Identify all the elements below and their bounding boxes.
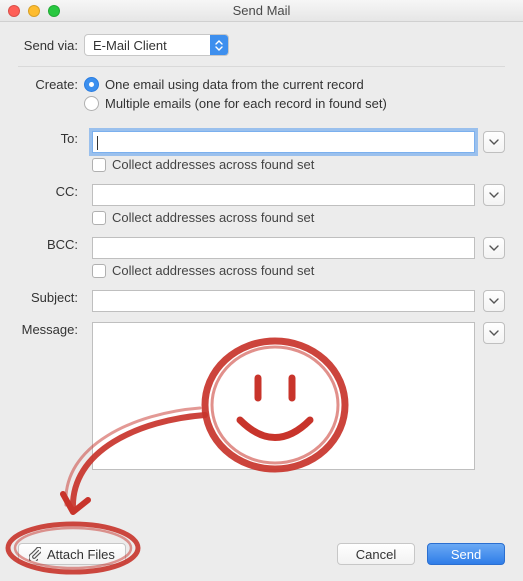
checkbox-icon [92, 158, 106, 172]
subject-input[interactable] [92, 290, 475, 312]
to-collect-label: Collect addresses across found set [112, 157, 314, 172]
cc-input[interactable] [92, 184, 475, 206]
chevron-down-icon [489, 298, 499, 304]
bcc-row: BCC: [18, 237, 505, 259]
attach-files-button[interactable]: Attach Files [18, 543, 126, 565]
send-button[interactable]: Send [427, 543, 505, 565]
to-collect-row[interactable]: Collect addresses across found set [92, 157, 505, 172]
create-label: Create: [18, 77, 84, 92]
cancel-label: Cancel [356, 547, 396, 562]
chevron-down-icon [489, 192, 499, 198]
to-menu-button[interactable] [483, 131, 505, 153]
radio-icon [84, 96, 99, 111]
to-label: To: [18, 131, 84, 146]
message-row: Message: [18, 322, 505, 470]
cc-label: CC: [18, 184, 84, 199]
to-input[interactable] [92, 131, 475, 153]
subject-row: Subject: [18, 290, 505, 312]
action-buttons: Cancel Send [337, 543, 505, 565]
send-via-value: E-Mail Client [93, 38, 210, 53]
cc-collect-row[interactable]: Collect addresses across found set [92, 210, 505, 225]
send-label: Send [451, 547, 481, 562]
send-via-label: Send via: [18, 38, 84, 53]
message-textarea[interactable] [92, 322, 475, 470]
bcc-input[interactable] [92, 237, 475, 259]
subject-label: Subject: [18, 290, 84, 305]
cc-collect-label: Collect addresses across found set [112, 210, 314, 225]
titlebar: Send Mail [0, 0, 523, 22]
bcc-label: BCC: [18, 237, 84, 252]
send-via-row: Send via: E-Mail Client [18, 34, 505, 56]
attach-files-label: Attach Files [47, 547, 115, 562]
message-label: Message: [18, 322, 84, 337]
paperclip-icon [29, 547, 41, 561]
separator [18, 66, 505, 67]
window-title: Send Mail [0, 3, 523, 18]
cc-menu-button[interactable] [483, 184, 505, 206]
radio-multiple-emails[interactable]: Multiple emails (one for each record in … [84, 96, 387, 111]
chevron-down-icon [489, 139, 499, 145]
dropdown-arrows-icon [210, 35, 228, 55]
checkbox-icon [92, 264, 106, 278]
chevron-down-icon [489, 330, 499, 336]
create-row: Create: One email using data from the cu… [18, 77, 505, 111]
bottom-bar: Attach Files Cancel Send [0, 521, 523, 581]
create-radio-group: One email using data from the current re… [84, 77, 387, 111]
radio-icon [84, 77, 99, 92]
to-row: To: [18, 131, 505, 153]
cancel-button[interactable]: Cancel [337, 543, 415, 565]
dialog-content: Send via: E-Mail Client Create: One emai… [0, 22, 523, 470]
bcc-collect-label: Collect addresses across found set [112, 263, 314, 278]
subject-menu-button[interactable] [483, 290, 505, 312]
checkbox-icon [92, 211, 106, 225]
send-via-dropdown[interactable]: E-Mail Client [84, 34, 229, 56]
chevron-down-icon [489, 245, 499, 251]
radio-one-email[interactable]: One email using data from the current re… [84, 77, 387, 92]
bcc-menu-button[interactable] [483, 237, 505, 259]
message-menu-button[interactable] [483, 322, 505, 344]
radio-multiple-emails-label: Multiple emails (one for each record in … [105, 96, 387, 111]
cc-row: CC: [18, 184, 505, 206]
bcc-collect-row[interactable]: Collect addresses across found set [92, 263, 505, 278]
radio-one-email-label: One email using data from the current re… [105, 77, 364, 92]
